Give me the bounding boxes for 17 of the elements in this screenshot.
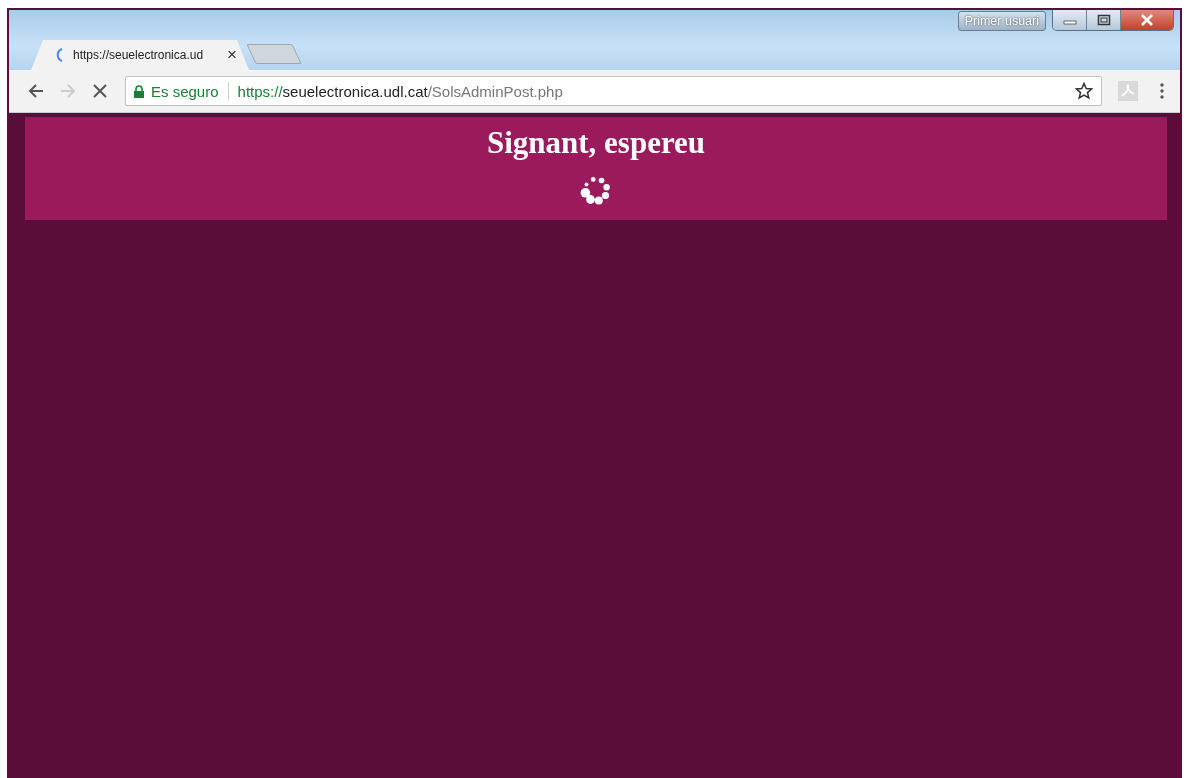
maximize-button[interactable] <box>1087 10 1121 30</box>
tab-title: https://seuelectronica.ud <box>73 48 205 62</box>
menu-icon[interactable] <box>1160 83 1164 99</box>
page-heading: Signant, espereu <box>486 127 706 159</box>
browser-tab[interactable]: https://seuelectronica.ud × <box>31 40 249 70</box>
close-icon <box>1140 14 1154 26</box>
lock-icon <box>134 84 144 98</box>
forward-arrow-icon <box>60 83 76 99</box>
stop-icon <box>93 84 107 98</box>
star-icon[interactable] <box>1075 82 1093 100</box>
tab-close-button[interactable]: × <box>227 45 237 65</box>
maximize-icon <box>1096 14 1111 26</box>
url-text: https://seuelectronica.udl.cat/SolsAdminPost.php <box>237 82 563 100</box>
back-arrow-icon <box>28 83 44 99</box>
close-button[interactable] <box>1121 10 1173 30</box>
security-label: Es seguro <box>151 82 219 100</box>
address-bar[interactable]: Es seguro https://seuelectronica.udl.cat/SolsAdminPost.php <box>125 76 1102 106</box>
